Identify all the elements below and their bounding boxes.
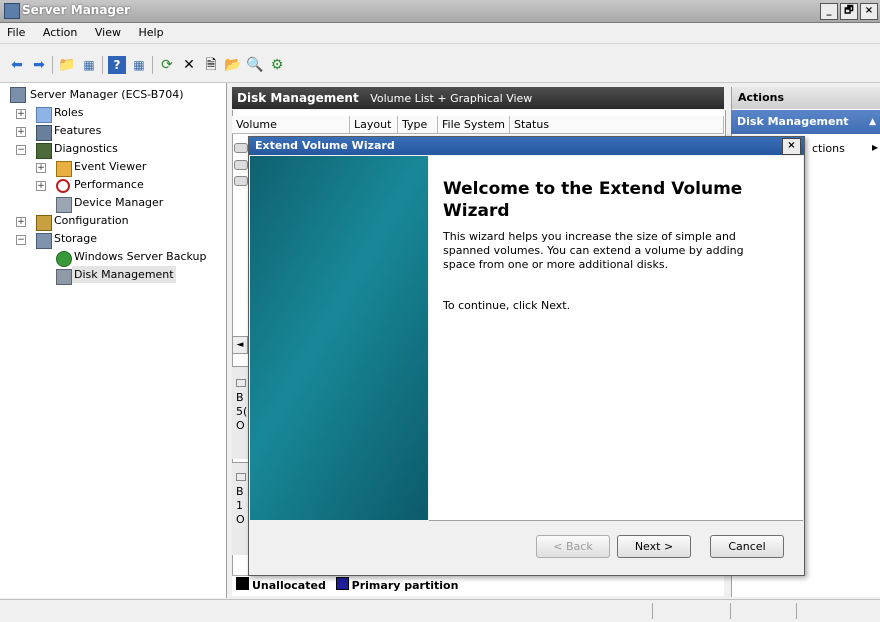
- disk-0-label: B 5( O: [232, 366, 248, 459]
- disk-0-partial-a: B: [236, 391, 244, 404]
- expand-configuration[interactable]: +: [16, 217, 26, 227]
- properties-icon[interactable]: 🗎: [202, 56, 220, 74]
- performance-icon: [56, 179, 70, 193]
- disk-1-partial-c: O: [236, 513, 245, 526]
- configuration-icon: [36, 215, 52, 231]
- search-icon[interactable]: 🔍: [246, 56, 264, 74]
- middle-view-label: Volume List + Graphical View: [370, 92, 533, 105]
- tree-item-features[interactable]: Features: [54, 122, 101, 139]
- menu-file[interactable]: File: [0, 23, 32, 39]
- dialog-close-button[interactable]: ×: [782, 138, 801, 155]
- collapse-storage[interactable]: −: [16, 235, 26, 245]
- tree-item-roles[interactable]: Roles: [54, 104, 83, 121]
- roles-icon: [36, 107, 52, 123]
- tree-item-disk-management[interactable]: Disk Management: [72, 266, 176, 283]
- disk-1-label: B 1 O: [232, 462, 248, 555]
- tree-item-windows-server-backup[interactable]: Windows Server Backup: [74, 248, 207, 265]
- wizard-instruction: To continue, click Next.: [443, 299, 571, 312]
- menu-help[interactable]: Help: [131, 23, 170, 39]
- disk-1-partial-b: 1: [236, 499, 243, 512]
- backup-icon: [56, 251, 72, 267]
- minimize-button[interactable]: _: [820, 3, 838, 20]
- status-bar: [0, 599, 880, 622]
- dialog-title: Extend Volume Wizard: [255, 139, 395, 152]
- forward-icon[interactable]: ➡: [30, 56, 48, 74]
- disk-legend: Unallocated Primary partition: [232, 575, 724, 596]
- column-type[interactable]: Type: [398, 116, 438, 134]
- actions-section-disk-management[interactable]: Disk Management ▲: [731, 110, 880, 134]
- disk-management-header: Disk Management Volume List + Graphical …: [232, 87, 724, 109]
- extend-volume-wizard-dialog: Extend Volume Wizard × Welcome to the Ex…: [248, 136, 805, 576]
- wizard-content: Welcome to the Extend Volume Wizard This…: [429, 156, 803, 521]
- scroll-left-button[interactable]: ◄: [232, 336, 248, 354]
- column-layout[interactable]: Layout: [350, 116, 398, 134]
- maximize-button[interactable]: 🗗: [840, 3, 858, 20]
- window-title: Server Manager: [22, 3, 131, 17]
- open-folder-icon[interactable]: 📂: [224, 56, 242, 74]
- toolbar: ⬅ ➡ 📁 ▦ ? ▦ ⟳ ✕ 🗎 📂 🔍 ⚙: [0, 44, 880, 83]
- collapse-diagnostics[interactable]: −: [16, 145, 26, 155]
- column-status[interactable]: Status: [510, 116, 724, 134]
- up-folder-icon[interactable]: 📁: [58, 56, 76, 74]
- disk-0-partial-c: O: [236, 419, 245, 432]
- refresh-icon[interactable]: ⟳: [158, 56, 176, 74]
- tree-item-event-viewer[interactable]: Event Viewer: [74, 158, 146, 175]
- middle-title: Disk Management: [237, 91, 359, 105]
- back-icon[interactable]: ⬅: [8, 56, 26, 74]
- show-hide-action-pane-icon[interactable]: ▦: [130, 56, 148, 74]
- column-file-system[interactable]: File System: [438, 116, 510, 134]
- wizard-heading: Welcome to the Extend Volume Wizard: [443, 179, 743, 221]
- menu-action[interactable]: Action: [36, 23, 84, 39]
- actions-header: Actions: [731, 87, 880, 109]
- collapse-icon[interactable]: ▲: [869, 110, 876, 134]
- column-volume[interactable]: Volume: [232, 116, 350, 134]
- settings-icon[interactable]: ⚙: [268, 56, 286, 74]
- server-manager-icon: [4, 3, 20, 19]
- disk-1-partial-a: B: [236, 485, 244, 498]
- unallocated-swatch: [236, 577, 249, 590]
- volume-row-icon: [234, 160, 248, 170]
- title-bar: Server Manager _ 🗗 ×: [0, 0, 880, 23]
- tree-item-performance[interactable]: Performance: [74, 176, 144, 193]
- disk-0-partial-b: 5(: [236, 405, 248, 418]
- tree-item-device-manager[interactable]: Device Manager: [74, 194, 163, 211]
- actions-more-actions[interactable]: ctions: [812, 142, 845, 155]
- legend-unallocated: Unallocated: [252, 579, 326, 592]
- delete-icon[interactable]: ✕: [180, 56, 198, 74]
- expand-roles[interactable]: +: [16, 109, 26, 119]
- storage-icon: [36, 233, 52, 249]
- expand-event-viewer[interactable]: +: [36, 163, 46, 173]
- legend-primary: Primary partition: [351, 579, 459, 592]
- features-icon: [36, 125, 52, 141]
- help-icon[interactable]: ?: [108, 56, 126, 74]
- disk-management-icon: [56, 269, 72, 285]
- server-icon: [10, 87, 26, 103]
- tree-item-diagnostics[interactable]: Diagnostics: [54, 140, 118, 157]
- show-hide-tree-icon[interactable]: ▦: [80, 56, 98, 74]
- close-button[interactable]: ×: [860, 3, 878, 20]
- next-button[interactable]: Next >: [617, 535, 691, 558]
- actions-section-label: Disk Management: [737, 115, 849, 128]
- menu-view[interactable]: View: [88, 23, 128, 39]
- volume-row-icon: [234, 143, 248, 153]
- primary-partition-swatch: [335, 577, 349, 590]
- wizard-description: This wizard helps you increase the size …: [443, 230, 744, 271]
- tree-item-storage[interactable]: Storage: [54, 230, 97, 247]
- expand-features[interactable]: +: [16, 127, 26, 137]
- diagnostics-icon: [36, 143, 52, 159]
- wizard-banner-image: [250, 156, 428, 520]
- tree-item-configuration[interactable]: Configuration: [54, 212, 129, 229]
- event-viewer-icon: [56, 161, 72, 177]
- tree-item-root[interactable]: Server Manager (ECS-B704): [30, 86, 184, 103]
- navigation-tree: Server Manager (ECS-B704) + Roles + Feat…: [0, 83, 227, 598]
- back-button[interactable]: < Back: [536, 535, 610, 558]
- expand-performance[interactable]: +: [36, 181, 46, 191]
- volume-row-icon: [234, 176, 248, 186]
- cancel-button[interactable]: Cancel: [710, 535, 784, 558]
- device-manager-icon: [56, 197, 72, 213]
- submenu-arrow-icon: ▸: [872, 140, 879, 154]
- menu-bar: File Action View Help: [0, 23, 880, 44]
- dialog-title-bar: Extend Volume Wizard: [249, 137, 804, 155]
